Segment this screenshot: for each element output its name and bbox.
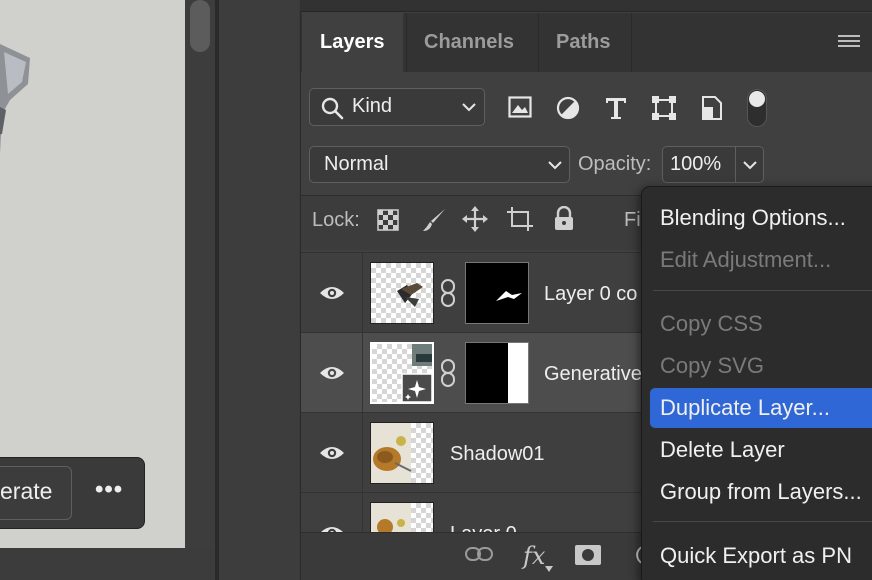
fill-label: Fi — [624, 209, 641, 231]
type-filter-icon[interactable] — [604, 96, 628, 120]
more-options-button[interactable]: ••• — [95, 476, 123, 504]
layer-visibility-toggle[interactable] — [301, 413, 363, 493]
menu-separator — [653, 290, 872, 291]
opacity-input[interactable]: 100% — [662, 146, 764, 183]
tab-paths[interactable]: Paths — [538, 13, 628, 72]
panel-top-strip — [300, 0, 872, 12]
eye-icon — [320, 367, 344, 379]
link-layers-icon[interactable] — [465, 546, 493, 562]
layer-visibility-toggle[interactable] — [301, 333, 363, 413]
lock-image-pixels-brush-icon[interactable] — [421, 207, 447, 233]
adjustment-layer-icon[interactable] — [628, 545, 642, 565]
canvas-bottom-bar — [0, 548, 215, 580]
lock-position-move-icon[interactable] — [462, 206, 488, 232]
tab-divider — [631, 13, 632, 72]
opacity-value: 100% — [670, 153, 722, 175]
panel-dock-gap — [219, 0, 299, 580]
layer-thumbnail-art — [397, 283, 423, 307]
pixel-filter-icon[interactable] — [508, 96, 532, 118]
lock-artboard-icon[interactable] — [506, 206, 534, 232]
menu-separator — [653, 521, 872, 522]
lock-transparent-pixels-icon[interactable] — [377, 209, 399, 231]
menu-item-quick-export[interactable]: Quick Export as PN — [660, 543, 852, 569]
link-chain-icon[interactable] — [440, 278, 456, 308]
mask-shape — [496, 291, 522, 301]
filter-kind-select[interactable]: Kind — [309, 88, 485, 126]
chevron-down-icon[interactable] — [743, 160, 757, 170]
layer-visibility-toggle[interactable] — [301, 493, 363, 532]
filter-toggle-switch[interactable] — [747, 89, 767, 127]
adjustment-filter-icon[interactable] — [556, 96, 580, 120]
tab-channels[interactable]: Channels — [406, 13, 532, 72]
menu-item-delete-layer[interactable]: Delete Layer — [660, 437, 785, 463]
tab-layers[interactable]: Layers — [302, 13, 403, 72]
layer-name[interactable]: Shadow01 — [450, 443, 545, 466]
mask-shape — [508, 343, 528, 403]
search-icon — [321, 97, 344, 120]
add-mask-icon[interactable] — [575, 545, 601, 565]
menu-item-edit-adjustment: Edit Adjustment... — [660, 247, 832, 272]
blend-mode-select[interactable]: Normal — [309, 146, 570, 183]
lock-all-padlock-icon[interactable] — [553, 206, 575, 232]
menu-item-group-from-layers[interactable]: Group from Layers... — [660, 479, 862, 505]
layer-visibility-toggle[interactable] — [301, 253, 363, 333]
eye-icon — [320, 287, 344, 299]
lock-label: Lock: — [312, 209, 360, 231]
generative-layer-thumbnail-art — [401, 344, 433, 403]
shape-filter-icon[interactable] — [651, 95, 677, 121]
link-chain-icon[interactable] — [440, 358, 456, 388]
eye-icon — [320, 447, 344, 459]
scrollbar-thumb[interactable] — [190, 0, 210, 52]
layer-thumbnail-art — [371, 503, 411, 532]
shadow-layer-thumbnail-art — [371, 423, 412, 483]
generate-button-label: erate — [0, 478, 53, 504]
layer-mask-thumbnail[interactable] — [465, 342, 529, 404]
chevron-down-icon — [545, 566, 553, 572]
layer-name[interactable]: Layer 0 — [450, 523, 517, 532]
layer-name[interactable]: Generative — [544, 363, 642, 386]
smart-object-filter-icon[interactable] — [701, 95, 723, 121]
layer-name[interactable]: Layer 0 co — [544, 283, 637, 306]
layer-mask-thumbnail[interactable] — [465, 262, 529, 324]
menu-item-blending-options[interactable]: Blending Options... — [660, 205, 846, 231]
layer-thumbnail[interactable] — [370, 342, 434, 404]
layer-thumbnail[interactable] — [370, 262, 434, 324]
menu-item-copy-css: Copy CSS — [660, 311, 763, 336]
panel-menu-icon[interactable] — [838, 35, 860, 49]
menu-item-copy-svg: Copy SVG — [660, 353, 764, 378]
layer-thumbnail[interactable] — [370, 422, 434, 484]
chevron-down-icon — [548, 161, 562, 170]
layer-thumbnail[interactable] — [370, 502, 434, 532]
layer-style-fx-button[interactable]: fx — [523, 542, 545, 570]
menu-item-duplicate-layer[interactable]: Duplicate Layer... — [660, 395, 830, 421]
opacity-label: Opacity: — [578, 153, 652, 175]
eye-icon — [321, 527, 343, 532]
blend-mode-value: Normal — [324, 153, 389, 175]
canvas-vertical-scrollbar[interactable] — [185, 0, 215, 548]
canvas-image-fragment — [0, 44, 30, 154]
filter-kind-label: Kind — [352, 95, 393, 117]
chevron-down-icon — [462, 103, 476, 112]
